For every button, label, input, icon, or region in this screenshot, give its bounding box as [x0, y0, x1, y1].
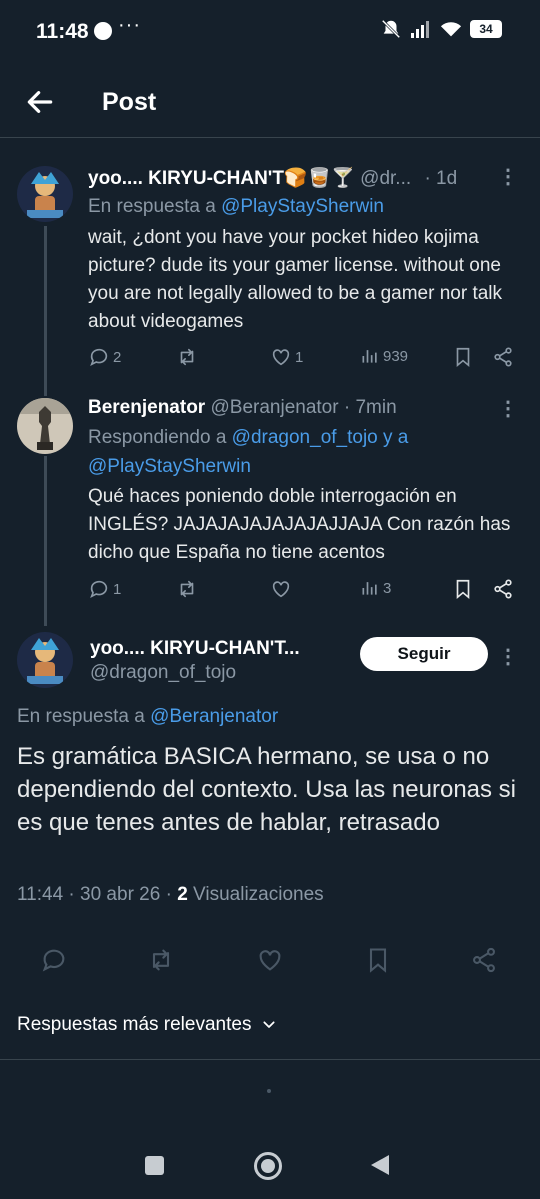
retweet-icon	[180, 348, 194, 366]
author-name[interactable]: yoo.... KIRYU-CHAN'T🍞🥃🍸	[88, 168, 355, 189]
views-count: 3	[383, 579, 392, 597]
reply-prefix: En respuesta a	[17, 706, 151, 727]
divider	[0, 1059, 540, 1060]
status-icons: 34	[380, 18, 502, 40]
signal-icon	[411, 21, 429, 38]
follow-button[interactable]: Seguir	[360, 637, 488, 671]
post-timestamp: 11:44 · 30 abr 26 ·	[17, 884, 178, 905]
bookmark-icon[interactable]	[452, 578, 474, 600]
share-icon[interactable]	[470, 946, 498, 974]
avatar[interactable]	[17, 632, 73, 688]
author-name[interactable]: yoo.... KIRYU-CHAN'T...	[90, 638, 300, 659]
back-nav-icon[interactable]	[369, 1153, 391, 1177]
wifi-icon	[440, 22, 462, 37]
reply-mention[interactable]: @PlayStaySherwin	[221, 196, 384, 217]
share-icon[interactable]	[492, 346, 514, 368]
author-handle[interactable]: @dragon_of_tojo	[90, 662, 236, 684]
status-time: 11:48	[36, 20, 89, 43]
page-title: Post	[102, 88, 157, 116]
views-count: 939	[383, 347, 409, 365]
sort-label: Respuestas más relevantes	[17, 1014, 252, 1035]
more-options-icon[interactable]: ⋮	[498, 396, 518, 421]
home-button[interactable]	[254, 1152, 282, 1180]
action-bar: 1 3	[88, 578, 518, 606]
back-arrow-icon[interactable]	[24, 86, 56, 118]
main-action-bar	[0, 944, 540, 976]
reply-icon	[90, 580, 108, 599]
share-icon[interactable]	[492, 578, 514, 600]
like-button[interactable]	[270, 578, 292, 600]
thread-line	[44, 456, 47, 626]
post-time: · 7min	[343, 397, 397, 418]
views-icon	[362, 350, 377, 363]
avatar[interactable]	[17, 166, 73, 222]
bell-off-icon	[381, 19, 401, 39]
action-bar: 2 1 939	[88, 346, 518, 374]
views-button[interactable]: 939	[360, 346, 408, 366]
retweet-button[interactable]	[176, 578, 198, 600]
tweet-text: wait, ¿dont you have your pocket hideo k…	[88, 227, 503, 332]
reply-icon	[90, 348, 108, 367]
author-handle[interactable]: @Beranjenator	[210, 397, 338, 418]
post-time: · 1d	[424, 168, 458, 189]
reply-button[interactable]: 1	[88, 578, 121, 600]
views-button[interactable]: 3	[360, 578, 391, 598]
status-bar: 11:48 ··· 34	[0, 0, 540, 64]
replies-sort-dropdown[interactable]: Respuestas más relevantes	[17, 1014, 277, 1036]
system-nav-bar	[0, 1120, 540, 1199]
retweet-icon[interactable]	[147, 946, 175, 974]
heart-icon	[272, 349, 290, 366]
views-icon	[362, 582, 377, 595]
loading-indicator	[267, 1089, 271, 1093]
retweet-icon	[180, 580, 194, 598]
views-label[interactable]: Visualizaciones	[188, 884, 324, 905]
bookmark-icon[interactable]	[452, 346, 474, 368]
reply-prefix: Respondiendo a	[88, 427, 232, 448]
heart-icon	[272, 581, 290, 598]
retweet-button[interactable]	[176, 346, 198, 368]
author-name[interactable]: Berenjenator	[88, 397, 205, 418]
bookmark-icon[interactable]	[364, 946, 392, 974]
thread-line	[44, 226, 47, 396]
heart-icon[interactable]	[256, 946, 284, 974]
top-bar: Post	[0, 72, 540, 138]
reply-mention[interactable]: @Beranjenator	[150, 706, 278, 727]
reply-count: 2	[113, 348, 122, 366]
tweet-text: Qué haces poniendo doble interrogación e…	[88, 486, 511, 563]
reply-context: Respondiendo a @dragon_of_tojo y a @Play…	[88, 423, 508, 481]
avatar[interactable]	[17, 398, 73, 454]
reply-icon[interactable]	[40, 946, 68, 974]
reply-context: En respuesta a @PlayStaySherwin	[88, 192, 508, 221]
more-options-icon[interactable]: ⋮	[498, 164, 518, 189]
check-icon	[94, 22, 112, 40]
reply-button[interactable]: 2	[88, 346, 121, 368]
post-meta: 11:44 · 30 abr 26 · 2 Visualizaciones	[17, 884, 324, 906]
more-options-icon[interactable]: ⋮	[498, 644, 518, 669]
reply-context: En respuesta a @Beranjenator	[17, 702, 437, 731]
battery-icon: 34	[470, 20, 502, 38]
reply-prefix: En respuesta a	[88, 196, 222, 217]
chevron-down-icon	[263, 1021, 275, 1028]
like-button[interactable]: 1	[270, 346, 303, 368]
like-count: 1	[295, 348, 304, 366]
author-handle[interactable]: @dr...	[360, 168, 411, 189]
main-tweet-text: Es gramática BASICA hermano, se usa o no…	[17, 743, 517, 836]
views-count: 2	[177, 884, 188, 905]
recent-apps-button[interactable]	[145, 1156, 164, 1175]
status-dots: ···	[118, 14, 141, 36]
reply-count: 1	[113, 580, 122, 598]
